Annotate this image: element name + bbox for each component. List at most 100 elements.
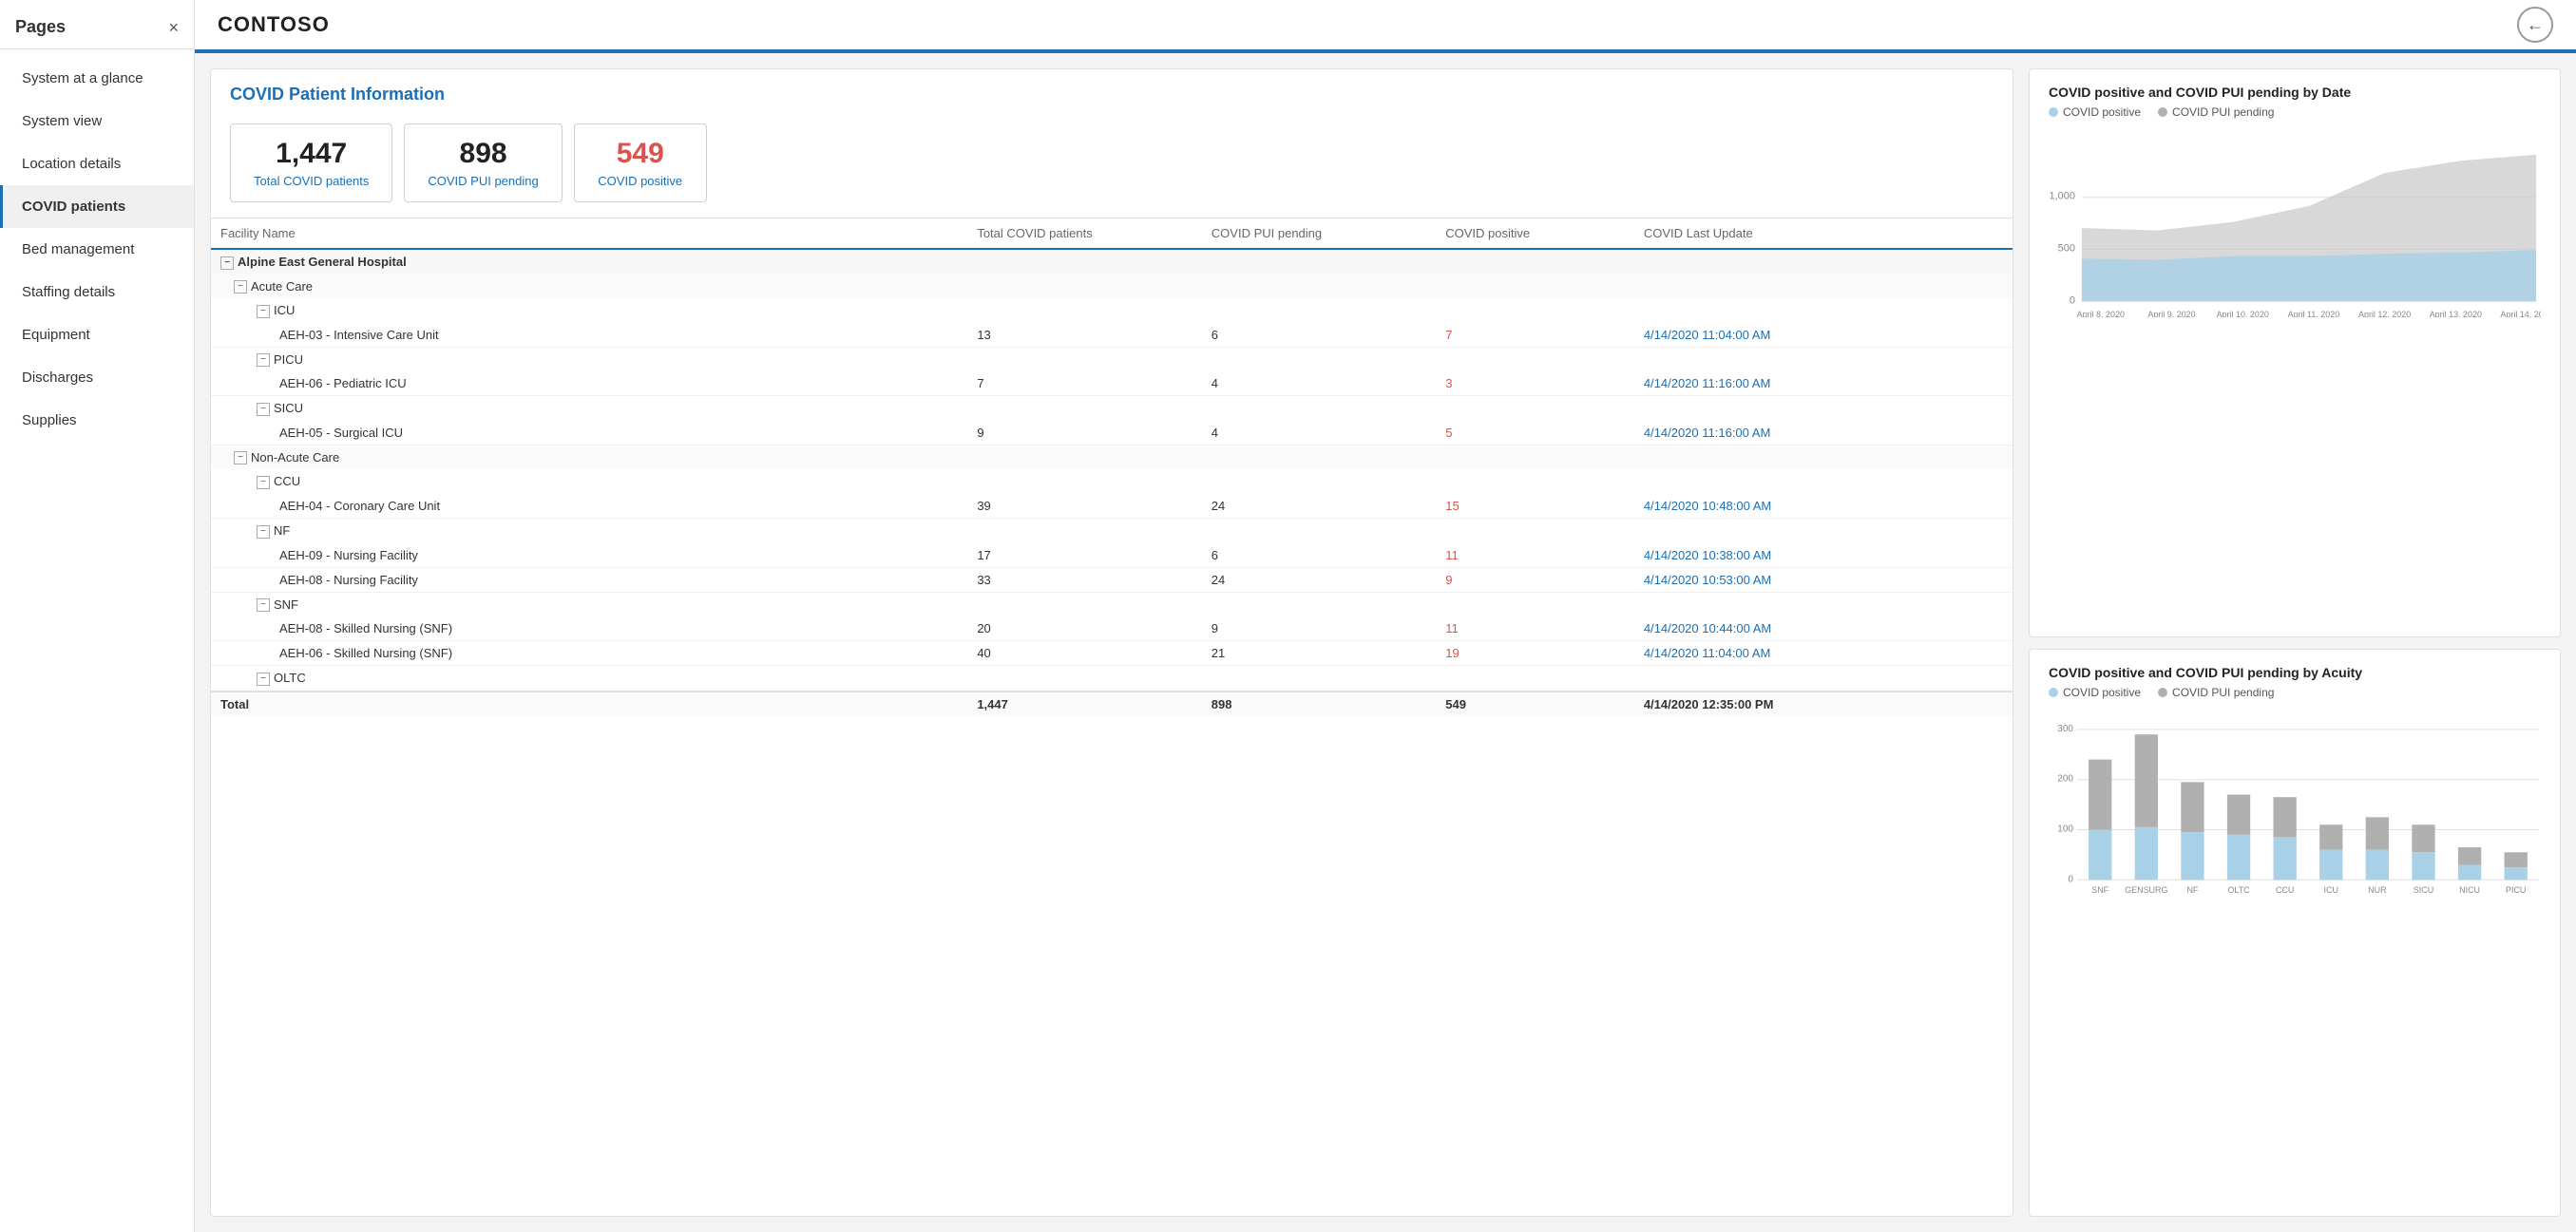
bar-legend-item-gray: COVID PUI pending — [2158, 686, 2274, 699]
bar-label: SICU — [2414, 885, 2433, 895]
sidebar-item-staffing-details[interactable]: Staffing details — [0, 271, 194, 313]
cell-date: 4/14/2020 11:04:00 AM — [1634, 641, 2013, 666]
bar-label: GENSURG — [2125, 885, 2167, 895]
col-header-date: COVID Last Update — [1634, 218, 2013, 249]
expand-icon[interactable]: − — [234, 280, 247, 294]
sidebar-item-supplies[interactable]: Supplies — [0, 399, 194, 442]
cell-positive: 19 — [1436, 641, 1634, 666]
cell-total: 17 — [967, 543, 1201, 568]
cell-pui: 24 — [1202, 567, 1436, 592]
cell-pui: 6 — [1202, 543, 1436, 568]
table-row: −Alpine East General Hospital — [211, 249, 2013, 275]
sidebar-item-location-details[interactable]: Location details — [0, 142, 194, 185]
bar-segment-gray — [2273, 797, 2296, 837]
expand-icon[interactable]: − — [234, 451, 247, 464]
app-title: CONTOSO — [218, 12, 330, 37]
sidebar-title: Pages — [15, 17, 66, 37]
bar-segment-gray — [2505, 852, 2528, 867]
sidebar-item-system-view[interactable]: System view — [0, 100, 194, 142]
sidebar-item-bed-management[interactable]: Bed management — [0, 228, 194, 271]
sidebar-item-system-at-glance[interactable]: System at a glance — [0, 57, 194, 100]
bar-segment-blue — [2366, 849, 2389, 880]
cell-positive: 11 — [1436, 616, 1634, 641]
table-row: AEH-06 - Skilled Nursing (SNF) 40 21 19 … — [211, 641, 2013, 666]
card-total-covid: 1,447 Total COVID patients — [230, 123, 392, 202]
svg-text:0: 0 — [2070, 294, 2075, 306]
cell-total: 9 — [967, 421, 1201, 445]
cell-pui: 6 — [1202, 323, 1436, 348]
cell-date: 4/14/2020 11:16:00 AM — [1634, 371, 2013, 396]
cell-total: 7 — [967, 371, 1201, 396]
top-bar: CONTOSO ← — [195, 0, 2576, 53]
bar-label: OLTC — [2227, 885, 2250, 895]
area-chart-legend: COVID positive COVID PUI pending — [2049, 105, 2541, 119]
bar-segment-gray — [2089, 759, 2111, 829]
table-row: AEH-06 - Pediatric ICU 7 4 3 4/14/2020 1… — [211, 371, 2013, 396]
bar-legend-item-blue: COVID positive — [2049, 686, 2141, 699]
expand-icon[interactable]: − — [257, 673, 270, 686]
sidebar-item-discharges[interactable]: Discharges — [0, 356, 194, 399]
expand-icon[interactable]: − — [257, 598, 270, 612]
bar-label: PICU — [2506, 885, 2526, 895]
cell-date: 4/14/2020 11:04:00 AM — [1634, 323, 2013, 348]
bar-label: NICU — [2459, 885, 2480, 895]
table-row: AEH-08 - Skilled Nursing (SNF) 20 9 11 4… — [211, 616, 2013, 641]
table-row: −NF — [211, 518, 2013, 542]
table-row: −ICU — [211, 298, 2013, 323]
expand-icon[interactable]: − — [257, 476, 270, 489]
cell-date: 4/14/2020 10:48:00 AM — [1634, 494, 2013, 519]
cell-positive: 11 — [1436, 543, 1634, 568]
legend-label-gray: COVID PUI pending — [2172, 105, 2274, 119]
expand-icon[interactable]: − — [257, 305, 270, 318]
card-pui-pending: 898 COVID PUI pending — [404, 123, 562, 202]
bar-label: NUR — [2368, 885, 2387, 895]
sidebar-item-covid-patients[interactable]: COVID patients — [0, 185, 194, 228]
legend-dot-blue — [2049, 107, 2058, 117]
expand-icon[interactable]: − — [257, 403, 270, 416]
expand-icon[interactable]: − — [220, 256, 234, 270]
col-header-positive: COVID positive — [1436, 218, 1634, 249]
bar-segment-blue — [2227, 834, 2250, 880]
svg-text:1,000: 1,000 — [2050, 191, 2075, 202]
cell-total: 39 — [967, 494, 1201, 519]
bar-segment-gray — [2181, 782, 2204, 832]
expand-icon[interactable]: − — [257, 353, 270, 367]
svg-text:April 11, 2020: April 11, 2020 — [2288, 310, 2340, 317]
cell-pui: 9 — [1202, 616, 1436, 641]
cell-facility: AEH-06 - Pediatric ICU — [211, 371, 967, 396]
bar-segment-blue — [2412, 852, 2434, 880]
card-covid-positive: 549 COVID positive — [574, 123, 707, 202]
card-label-total: Total COVID patients — [254, 174, 369, 188]
bar-label: SNF — [2091, 885, 2109, 895]
table-total-row: Total 1,447 898 549 4/14/2020 12:35:00 P… — [211, 692, 2013, 716]
table-row: −SICU — [211, 396, 2013, 421]
sidebar-header: Pages × — [0, 0, 194, 49]
cell-pui: 4 — [1202, 371, 1436, 396]
close-icon[interactable]: × — [168, 19, 179, 36]
bar-segment-blue — [2458, 864, 2481, 880]
svg-text:500: 500 — [2058, 242, 2075, 254]
cell-facility: AEH-04 - Coronary Care Unit — [211, 494, 967, 519]
back-button[interactable]: ← — [2517, 7, 2553, 43]
cell-pui: 4 — [1202, 421, 1436, 445]
cell-total: 40 — [967, 641, 1201, 666]
bar-segment-blue — [2505, 867, 2528, 880]
cell-total-label: Total — [211, 692, 967, 716]
table-row: −CCU — [211, 469, 2013, 494]
panel-header: COVID Patient Information — [211, 69, 2013, 114]
bar-segment-gray — [2366, 817, 2389, 849]
cell-pui: 21 — [1202, 641, 1436, 666]
col-header-total: Total COVID patients — [967, 218, 1201, 249]
bar-label: NF — [2186, 885, 2198, 895]
card-label-pui: COVID PUI pending — [428, 174, 538, 188]
table-row: −PICU — [211, 347, 2013, 371]
sidebar-item-equipment[interactable]: Equipment — [0, 313, 194, 356]
svg-text:April 8, 2020: April 8, 2020 — [2077, 310, 2125, 317]
cell-positive: 3 — [1436, 371, 1634, 396]
cell-total-pui: 898 — [1202, 692, 1436, 716]
card-value-positive: 549 — [598, 138, 683, 170]
bar-segment-blue — [2181, 832, 2204, 880]
bar-segment-blue — [2135, 826, 2158, 879]
cell-date: 4/14/2020 11:16:00 AM — [1634, 421, 2013, 445]
expand-icon[interactable]: − — [257, 525, 270, 539]
